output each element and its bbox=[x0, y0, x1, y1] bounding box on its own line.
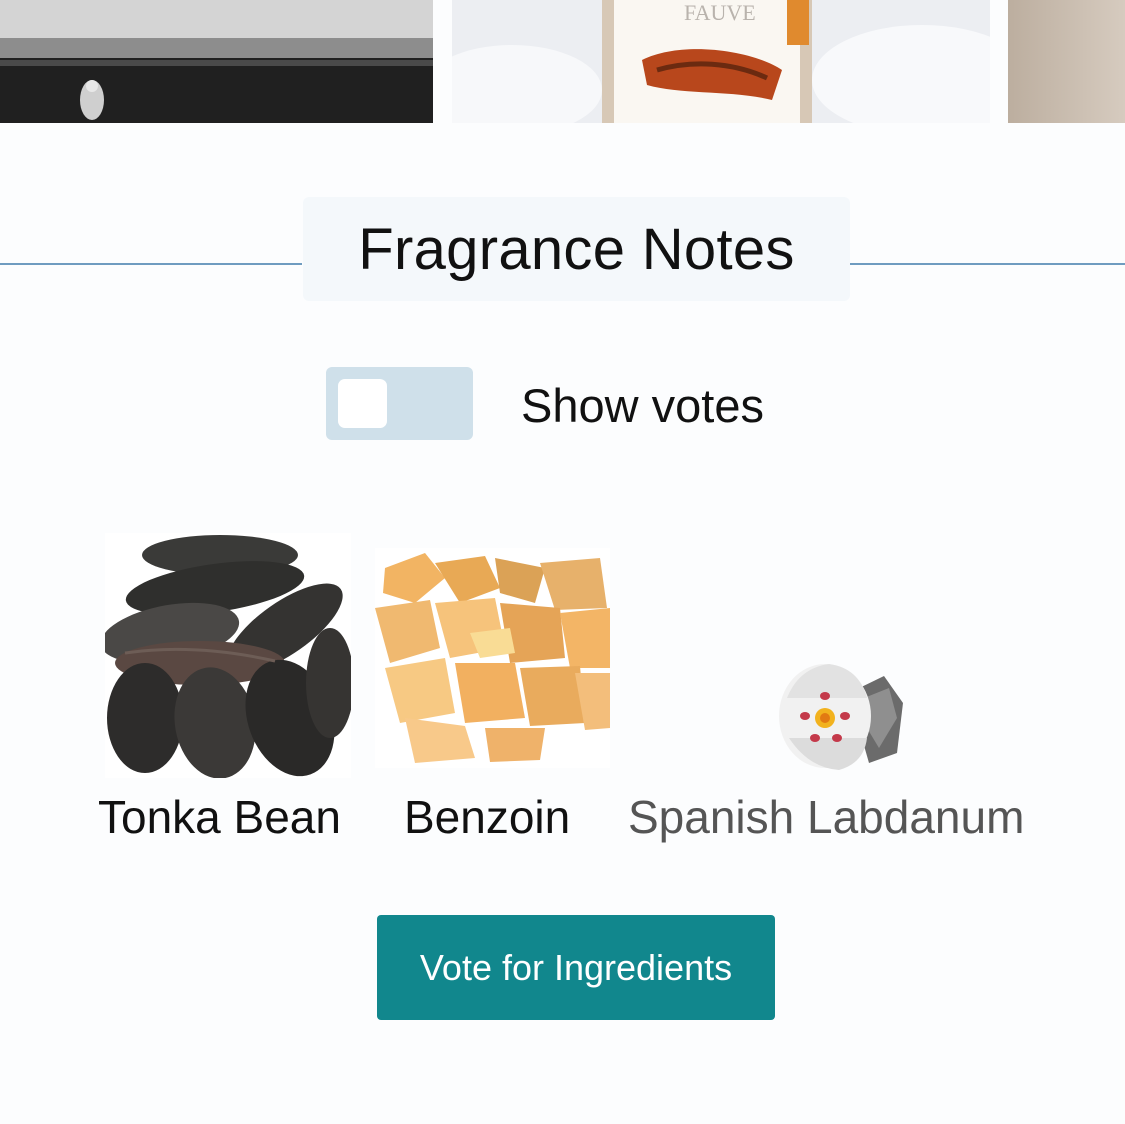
benzoin-resin-icon bbox=[375, 548, 610, 768]
divider-right bbox=[850, 263, 1125, 265]
note-image-tonka-bean[interactable] bbox=[100, 533, 354, 779]
note-image-spanish-labdanum[interactable] bbox=[779, 658, 903, 774]
toggle-knob bbox=[338, 379, 387, 428]
gallery-photo-bottle: FAUVE bbox=[452, 0, 990, 123]
tonka-bean-icon bbox=[100, 533, 354, 779]
note-label-tonka-bean[interactable]: Tonka Bean bbox=[98, 790, 341, 844]
section-title: Fragrance Notes bbox=[303, 197, 850, 301]
image-gallery: FAUVE bbox=[0, 0, 1125, 124]
show-votes-label: Show votes bbox=[521, 379, 764, 432]
note-label-benzoin[interactable]: Benzoin bbox=[404, 790, 570, 844]
divider-left bbox=[0, 263, 302, 265]
gallery-photo-vintage bbox=[0, 0, 433, 123]
gallery-image-1[interactable] bbox=[0, 0, 433, 123]
gallery-image-2[interactable]: FAUVE bbox=[452, 0, 990, 123]
bottle-label-text: FAUVE bbox=[684, 0, 756, 25]
gallery-image-3[interactable] bbox=[1008, 0, 1125, 123]
note-image-benzoin[interactable] bbox=[375, 548, 610, 768]
labdanum-flower-icon bbox=[779, 664, 903, 770]
vote-for-ingredients-button[interactable]: Vote for Ingredients bbox=[377, 915, 775, 1020]
show-votes-toggle[interactable] bbox=[326, 367, 473, 440]
note-label-spanish-labdanum[interactable]: Spanish Labdanum bbox=[628, 790, 1024, 844]
